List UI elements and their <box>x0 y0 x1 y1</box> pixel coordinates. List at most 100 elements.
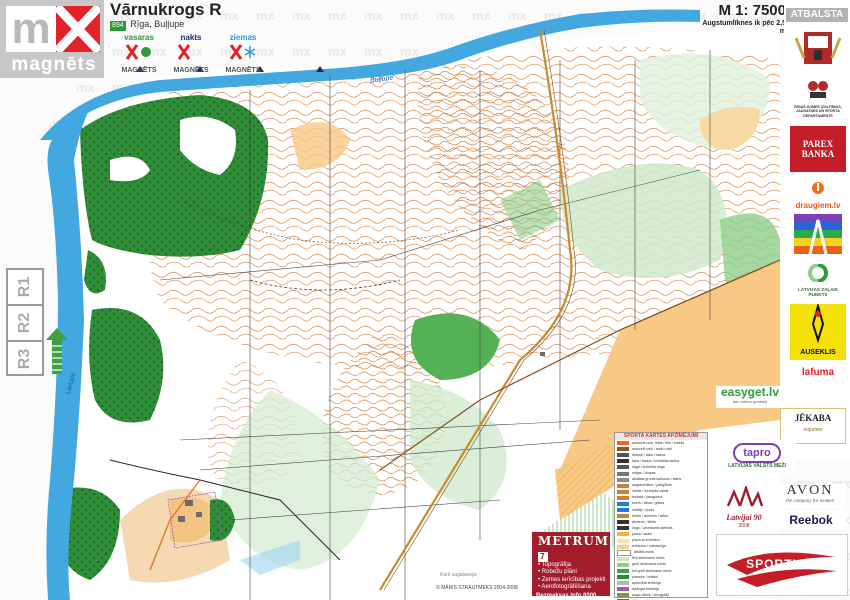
ausseklis-star-icon <box>811 302 825 344</box>
green-dot-icon <box>808 263 828 283</box>
legend-label: akmens / klints <box>632 519 656 524</box>
legend-rows: autoceļš ceļa, ielas / tilts / tunelis au… <box>615 440 707 600</box>
legend-swatch <box>617 556 629 561</box>
sportlat-text: SPORTLAT <box>746 557 818 571</box>
legend-label: ezers / lāma / grāvis <box>632 501 665 506</box>
base-map-label: Karti sagatavoja: <box>440 572 478 578</box>
jurmala-rainbow-icon <box>790 212 846 262</box>
map-scale: M 1: 7500 <box>718 2 786 19</box>
metrum-name: METRUM 7 <box>538 534 610 562</box>
legend-label: lēni skrienams mežs <box>632 556 665 561</box>
riga-coat-of-arms-icon <box>794 32 842 64</box>
metrum-mark-icon: 7 <box>538 552 548 562</box>
season-night-label: nakts <box>180 33 202 42</box>
draugiem-icon <box>812 182 824 194</box>
season-logos: vasaras MAGNĒTS nakts MAGNĒTS ziemas MAG… <box>116 33 266 75</box>
jekaba-text: JĒKABA <box>794 413 832 423</box>
legend-label: stigā / iezīmēta stiga <box>632 464 665 469</box>
zalais-punkts-text: LATVIJAS ZAĻAIS PUNKTS <box>798 287 838 297</box>
legend-label: atklātas grunts laukums / kalns <box>632 477 682 482</box>
legend-swatch <box>617 495 629 500</box>
lvm-text: LATVIJAS VALSTS MEŽI <box>728 463 786 469</box>
legend-label: pamežs / brikšņi <box>632 574 658 579</box>
metrum-service: • Zemes ierīcības projekti <box>538 576 606 583</box>
legend-label: žogs / uzvelkams šķērslis <box>632 525 673 530</box>
season-summer-word: MAGNĒTS <box>121 67 157 74</box>
legend-label: atklāts mežs <box>634 550 654 555</box>
easyget-text: easyget.lv <box>720 385 780 399</box>
legend-swatch <box>617 471 629 476</box>
legend-swatch <box>617 477 629 482</box>
ausseklis-text: AUSEKLIS <box>800 349 836 356</box>
legend-swatch <box>617 544 629 549</box>
legend-label: bedre / akmens / stāvs <box>632 513 669 518</box>
legend-swatch <box>617 453 629 458</box>
ausseklis-logo: AUSEKLIS <box>790 302 846 360</box>
tapro-logo: tapro LATVIJAS VALSTS MEŽI <box>718 440 796 474</box>
magnets-logo: m magnēts <box>0 0 104 78</box>
legend-swatch <box>617 569 629 574</box>
reebok-logo: Reebok <box>776 510 846 530</box>
avon-sub: the company for women <box>786 499 834 504</box>
contour-interval: Augstumlīknes ik pēc 2,5 m <box>702 20 786 35</box>
legend-label: pļava ar krūmiem <box>632 538 660 543</box>
jekaba-sub: nojumes <box>803 427 823 433</box>
parex-banka-text: PAREX BANKA <box>801 139 835 159</box>
logo-letter-m: m <box>6 6 56 52</box>
legend-swatch <box>617 501 629 506</box>
map-location: 894 Rīga, Buļļupe <box>110 19 184 31</box>
legend-label: mitrājs / purvs <box>632 507 655 512</box>
latvijas-zalais-punkts-logo: LATVIJAS ZAĻAIS PUNKTS <box>790 263 846 297</box>
draugiem-text: draugiem.lv <box>795 201 841 210</box>
season-winter-label: ziemas <box>229 33 257 42</box>
legend-swatch <box>617 575 629 580</box>
map-scale-block: M 1: 7500 Augstumlīknes ik pēc 2,5 m <box>700 2 786 36</box>
logo-wordmark: magnēts <box>11 54 97 75</box>
jekaba-logo: JĒKABA nojumes <box>780 408 846 444</box>
legend-swatch <box>617 549 631 556</box>
legend-swatch <box>617 489 629 494</box>
legend-label: mājas / drupas <box>632 471 656 476</box>
legend-swatch <box>617 526 629 531</box>
metrum-phone: Bezmaksas info 8000 8100 <box>536 592 597 599</box>
legend-swatch <box>617 538 629 543</box>
round-r2: R2 <box>8 306 42 342</box>
legend-swatch <box>617 459 629 464</box>
legend-label: pļava / lauks <box>632 531 652 536</box>
legend-swatch <box>617 514 629 519</box>
round-marker-box: R1 R2 R3 <box>6 268 44 376</box>
legend-label: augļu dārzs / vīnogulāji <box>632 592 669 597</box>
legend-label: augstumlīkne / palīglīkne <box>632 483 672 488</box>
legend-label: apbūvēta teritorija <box>632 580 661 585</box>
season-night-word: MAGNĒTS <box>173 67 209 74</box>
season-winter: ziemas MAGNĒTS <box>220 33 266 75</box>
legend-label: ieplaka / pauguriņš <box>632 495 663 500</box>
snowflake-icon <box>229 44 256 60</box>
legend-label: autoceļš ceļa, ielas / tilts / tunelis <box>632 440 685 445</box>
metrum-service: • Topogrāfija <box>538 562 572 568</box>
draugiem-logo: draugiem.lv <box>790 180 846 211</box>
legend-label: izcirtums / nabadzīgs <box>632 544 666 549</box>
north-arrow-icon <box>46 328 68 374</box>
legend-swatch <box>617 508 629 513</box>
metrum-service: • Aerofotogrāfēšana <box>538 584 591 591</box>
riga-dome-department-logo: RĪGAS DOMES IZGLĪTĪBAS, JAUNATNES UN SPO… <box>790 78 846 118</box>
legend-swatch <box>617 562 629 567</box>
riga-dome-department-text: RĪGAS DOMES IZGLĪTĪBAS, JAUNATNES UN SPO… <box>794 105 842 118</box>
legend-swatch <box>617 593 629 598</box>
map-copyright: © MĀRIS STRAUTMEKS 2004-2008 <box>436 585 518 591</box>
lafuma-text: lafuma <box>801 367 835 378</box>
legend-label: valnis / izzūdošs valnis <box>632 489 669 494</box>
season-summer: vasaras MAGNĒTS <box>116 33 162 75</box>
logo-x-mark <box>53 3 103 55</box>
legend-swatch <box>617 532 629 537</box>
round-r3: R3 <box>15 348 33 370</box>
legend-swatch <box>617 581 629 586</box>
legend-swatch <box>617 520 629 525</box>
sun-icon <box>125 44 151 60</box>
legend-swatch <box>617 447 629 452</box>
avon-logo: AVON the company for women <box>774 484 846 508</box>
easyget-sub: foto ūdeņu produkti <box>732 399 768 404</box>
legend-label: lielceļš / taka / taciņa <box>632 452 666 457</box>
easyget-logo: easyget.lv foto ūdeņu produkti <box>716 386 784 408</box>
